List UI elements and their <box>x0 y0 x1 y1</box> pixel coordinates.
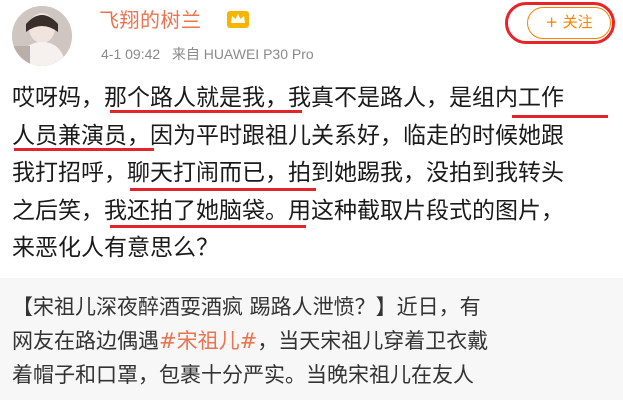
quoted-text: 【宋祖儿深夜醉酒耍酒疯 踢路人泄愤？】近日，有 网友在路边偶遇#宋祖儿#，当天宋… <box>12 290 617 392</box>
vip-crown-badge-icon[interactable] <box>226 8 250 30</box>
avatar[interactable] <box>12 6 72 66</box>
annotation-underline <box>512 115 608 118</box>
post-meta: 4-1 09:42 来自 HUAWEI P30 Pro <box>101 46 314 62</box>
post-line: 之后笑，我还拍了她脑袋。用这种截取片段式的图片， <box>12 197 564 224</box>
post-line: 来恶化人有意思么？ <box>12 235 219 261</box>
post-line: 哎呀妈，那个路人就是我，我真不是路人，是组内工作 <box>12 85 564 111</box>
topic-link[interactable]: #宋祖儿# <box>159 329 257 353</box>
annotation-underline <box>110 225 306 228</box>
post-line: 我打招呼，聊天打闹而已，拍到她踢我，没拍到我转头 <box>12 160 564 186</box>
annotation-underline <box>110 110 302 113</box>
quoted-line: 【宋祖儿深夜醉酒耍酒疯 踢路人泄愤？】近日，有 <box>12 295 481 319</box>
post-text: 哎呀妈，那个路人就是我，我真不是路人，是组内工作 人员兼演员，因为平时跟祖儿关系… <box>12 80 612 268</box>
avatar-photo <box>12 6 72 66</box>
quoted-line: 着帽子和口罩，包裹十分严实。当晚宋祖儿在友人 <box>12 363 474 387</box>
annotation-underline <box>14 148 154 151</box>
follow-button[interactable]: + 关注 <box>527 7 611 39</box>
quoted-text-segment: 网友在路边偶遇 <box>12 329 159 353</box>
annotation-underline <box>130 188 316 191</box>
username[interactable]: 飞翔的树兰 <box>99 4 202 33</box>
quoted-line: 网友在路边偶遇#宋祖儿#，当天宋祖儿穿着卫衣戴 <box>12 324 617 358</box>
quoted-text-segment: ，当天宋祖儿穿着卫衣戴 <box>257 329 489 353</box>
